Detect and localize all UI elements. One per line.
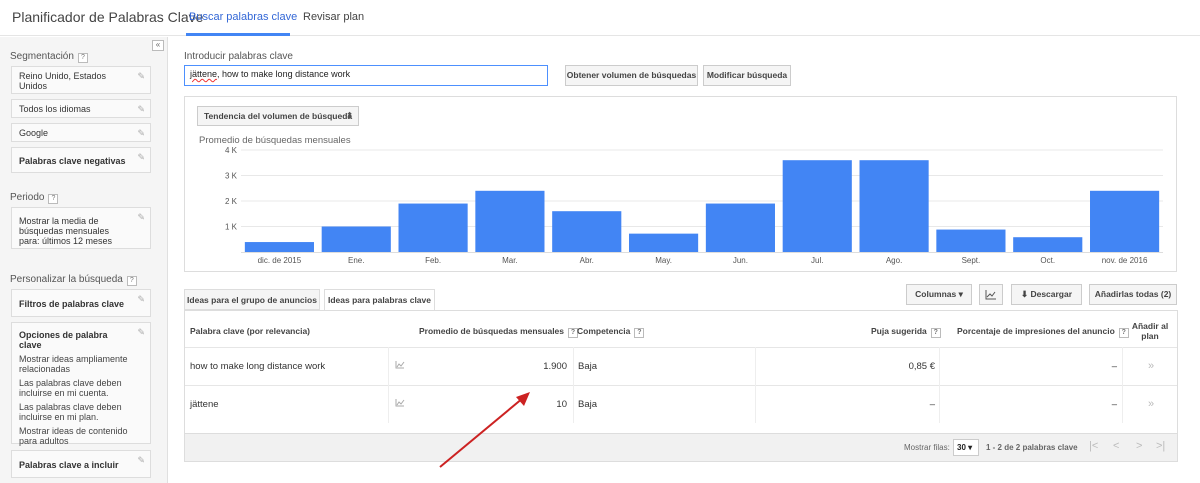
arrow-head bbox=[516, 392, 530, 406]
annotation-arrow bbox=[439, 392, 530, 468]
arrow-line bbox=[439, 397, 524, 468]
